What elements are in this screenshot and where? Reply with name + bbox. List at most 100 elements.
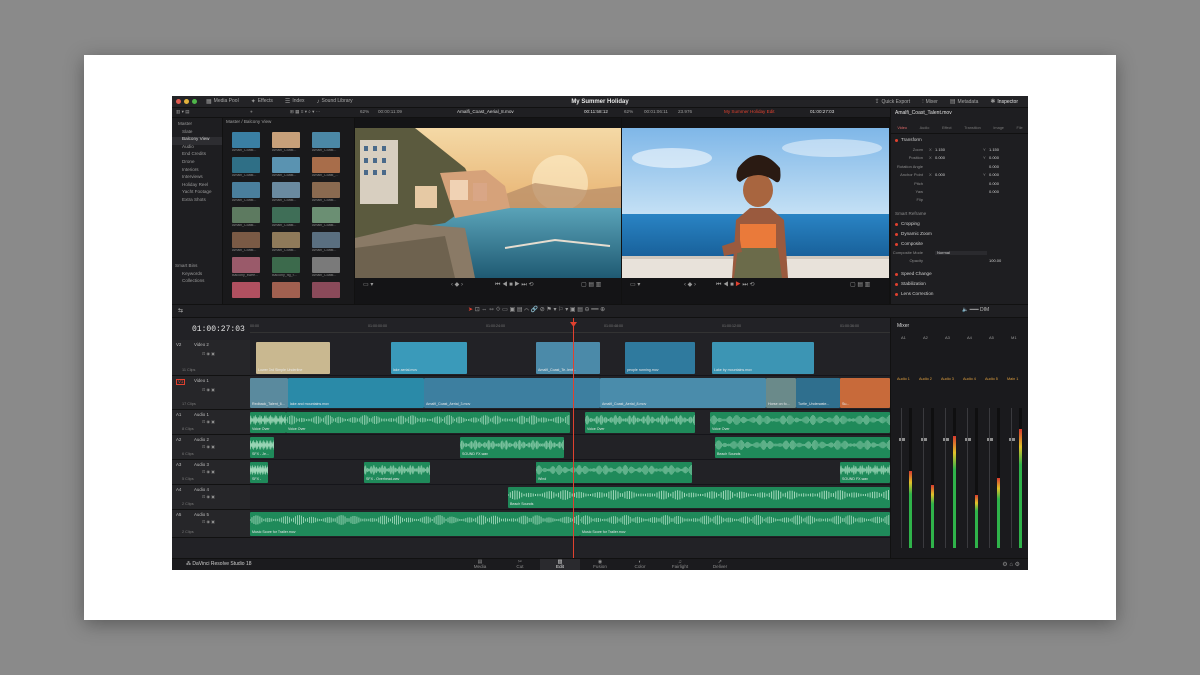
transform-section[interactable]: Transform: [895, 136, 1023, 145]
track-id[interactable]: V1: [176, 379, 186, 386]
prop-y-value[interactable]: 0.000: [989, 156, 999, 160]
track-id[interactable]: A4: [176, 487, 181, 492]
video-clip[interactable]: Redback_Talent_6...: [250, 378, 288, 408]
sound-library-button[interactable]: ♪ Sound Library: [311, 96, 359, 108]
bin-item[interactable]: Extra Shots: [172, 197, 222, 206]
track-controls-icon[interactable]: ⊡ ◉ ▣: [202, 352, 215, 356]
timeline-zoom[interactable]: 62%: [624, 109, 633, 115]
inspector-section[interactable]: Lens Correction: [895, 290, 1023, 299]
page-edit[interactable]: ▥ Edit: [540, 559, 580, 570]
composite-mode-select[interactable]: Normal: [935, 251, 987, 255]
inspector-section[interactable]: Cropping: [895, 220, 1023, 229]
media-pool-button[interactable]: ▦ Media Pool: [200, 96, 245, 108]
inspector-section[interactable]: Speed Change: [895, 270, 1023, 279]
mixer-button[interactable]: ⫶ Mixer: [916, 96, 944, 108]
timeline-name-select[interactable]: My Summer Holiday Edit: [724, 109, 775, 115]
page-color[interactable]: ◐ Color: [620, 559, 660, 570]
media-thumbnail[interactable]: [272, 182, 300, 198]
media-thumbnail[interactable]: [232, 182, 260, 198]
media-thumbnail[interactable]: [312, 182, 340, 198]
media-thumbnail[interactable]: [272, 132, 300, 148]
inspector-tab-file[interactable]: File: [1017, 126, 1023, 131]
video-clip[interactable]: lake aerial.mov: [391, 342, 467, 374]
timeline-view-options-icon[interactable]: ▭ ▾: [630, 282, 640, 288]
video-clip[interactable]: Turtle_Underwate...: [796, 378, 840, 408]
media-thumbnail[interactable]: [312, 207, 340, 223]
video-clip[interactable]: Lake by mountains.mov: [712, 342, 814, 374]
video-clip[interactable]: Amalfi_Coast_Aerial_8.mov: [600, 378, 766, 408]
view-options-icon[interactable]: ⊞ ▦ ≡ ▾ ⌕ ▾ ···: [290, 109, 320, 115]
video-clip[interactable]: Lower 3rd Simple Underline: [256, 342, 330, 374]
prop-y-value[interactable]: 0.000: [989, 190, 999, 194]
channel-fader[interactable]: [943, 438, 949, 441]
media-thumbnail[interactable]: [232, 207, 260, 223]
track-id[interactable]: A1: [176, 412, 181, 417]
prop-y-value[interactable]: 1.150: [989, 148, 999, 152]
source-transport-controls[interactable]: ⏮ ◀ ■ ▶ ⏭ ⟲: [495, 282, 534, 288]
media-thumbnail[interactable]: [312, 157, 340, 173]
media-thumbnail[interactable]: [272, 207, 300, 223]
page-cut[interactable]: ✂ Cut: [500, 559, 540, 570]
audio-clip[interactable]: Beach Sounds: [715, 437, 890, 458]
minimize-window-button[interactable]: [184, 99, 189, 104]
media-thumbnail[interactable]: [272, 257, 300, 273]
inspector-section[interactable]: Dynamic Zoom: [895, 230, 1023, 239]
track-id[interactable]: V2: [176, 342, 181, 347]
channel-fader[interactable]: [1009, 438, 1015, 441]
source-insert-icons[interactable]: ▢ ▤ ▥: [581, 282, 601, 288]
media-thumbnail[interactable]: [272, 232, 300, 248]
inspector-button[interactable]: ✱ Inspector: [984, 96, 1024, 108]
audio-clip[interactable]: Voice Over: [585, 412, 695, 433]
media-thumbnail[interactable]: [312, 282, 340, 298]
bin-item[interactable]: End Credits: [172, 152, 222, 160]
audio-clip[interactable]: SFX -: [250, 462, 268, 483]
track-controls-icon[interactable]: ⊡ ◉ ▣: [202, 495, 215, 499]
maximize-window-button[interactable]: [192, 99, 197, 104]
inspector-section[interactable]: Composite: [895, 240, 1023, 249]
timeline-frame-image[interactable]: [622, 128, 889, 278]
source-zoom[interactable]: 62%: [360, 109, 369, 115]
track-controls-icon[interactable]: ⊡ ◉ ▣: [202, 445, 215, 449]
inspector-tab-transition[interactable]: Transition: [964, 126, 981, 131]
metadata-button[interactable]: ▤ Metadata: [944, 96, 985, 108]
video-clip[interactable]: people running.mov: [625, 342, 695, 374]
media-thumbnail[interactable]: [232, 157, 260, 173]
settings-icons[interactable]: ⚙ ⌂ ⚙: [1002, 562, 1020, 568]
video-clip[interactable]: lake and mountains.mov: [288, 378, 424, 408]
media-thumbnail[interactable]: [272, 157, 300, 173]
audio-clip[interactable]: SFX - Overhead.wav: [364, 462, 430, 483]
track-controls-icon[interactable]: ⊡ ◉ ▣: [202, 420, 215, 424]
audio-clip[interactable]: Wind: [536, 462, 692, 483]
page-fairlight[interactable]: ♫ Fairlight: [660, 559, 700, 570]
prop-x-value[interactable]: 0.000: [935, 173, 945, 177]
audio-clip[interactable]: Voice Over: [710, 412, 890, 433]
inspector-tab-video[interactable]: Video: [897, 126, 907, 131]
audio-clip[interactable]: Music Score for Trailer.mov: [250, 512, 580, 536]
video-clip[interactable]: Horse on fo...: [766, 378, 796, 408]
smart-bin-collections[interactable]: Collections: [172, 279, 223, 287]
source-clip-name[interactable]: Amalfi_Coast_Aerial_8.mov: [457, 109, 514, 115]
audio-clip[interactable]: Beach Sounds: [508, 487, 890, 508]
bin-item[interactable]: Balcony View: [172, 137, 222, 145]
media-thumbnail[interactable]: [232, 132, 260, 148]
inspector-section[interactable]: Smart Reframe: [895, 210, 1023, 219]
audio-clip[interactable]: SOUND FX.wav: [840, 462, 890, 483]
timeline-transport-controls[interactable]: ⏮ ◀ ■ ▶ ⏭ ⟲: [716, 282, 755, 288]
index-button[interactable]: ☰ Index: [279, 96, 311, 108]
audio-clip[interactable]: SOUND FX.wav: [460, 437, 564, 458]
media-thumbnail[interactable]: [232, 232, 260, 248]
channel-fader[interactable]: [921, 438, 927, 441]
inspector-tab-effect[interactable]: Effect: [942, 126, 952, 131]
playhead[interactable]: [573, 318, 574, 558]
media-search-icon[interactable]: ●: [250, 109, 253, 115]
track-id[interactable]: A3: [176, 462, 181, 467]
source-frame-image[interactable]: [355, 128, 621, 278]
channel-fader[interactable]: [899, 438, 905, 441]
track-controls-icon[interactable]: ⊡ ◉ ▣: [202, 388, 215, 392]
page-media[interactable]: ▤ Media: [460, 559, 500, 570]
track-controls-icon[interactable]: ⊡ ◉ ▣: [202, 470, 215, 474]
audio-clip[interactable]: Voice Over: [250, 412, 286, 433]
media-thumbnail[interactable]: [272, 282, 300, 298]
track-id[interactable]: A2: [176, 437, 181, 442]
track-id[interactable]: A5: [176, 512, 181, 517]
